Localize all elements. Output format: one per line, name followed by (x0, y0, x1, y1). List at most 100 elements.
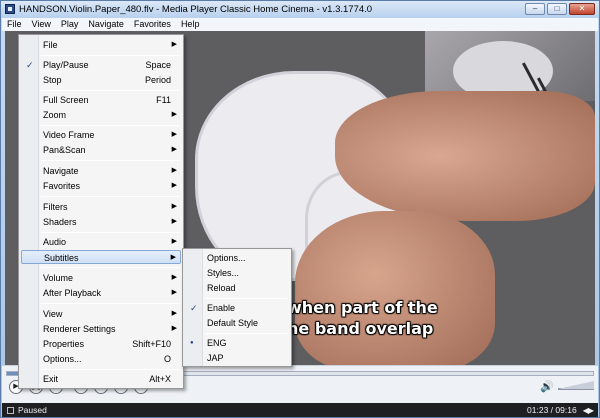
menu-item-volume[interactable]: Volume ▶ (21, 271, 181, 285)
check-icon: ✓ (26, 60, 34, 70)
subtitles-item-jap[interactable]: JAP (185, 351, 289, 365)
submenu-arrow-icon: ▶ (171, 146, 177, 153)
menu-item-subtitles[interactable]: Subtitles ▶ (21, 250, 181, 264)
volume-slider[interactable] (558, 381, 594, 390)
submenu-arrow-icon: ▶ (170, 254, 176, 261)
status-arrows-icon: ◀▶ (582, 405, 594, 415)
menu-item-label: Navigate (43, 166, 79, 176)
menu-separator (41, 55, 179, 56)
subtitles-item-enable[interactable]: ✓ Enable (185, 301, 289, 315)
close-button[interactable]: ✕ (569, 3, 595, 15)
menu-separator (205, 298, 287, 299)
subtitles-item-reload[interactable]: Reload (185, 281, 289, 295)
menu-item-properties[interactable]: Properties Shift+F10 (21, 337, 181, 351)
status-square-icon (7, 406, 14, 414)
menu-item-zoom[interactable]: Zoom ▶ (21, 108, 181, 122)
menu-item-label: Reload (207, 283, 236, 293)
menu-item-label: Options... (43, 354, 82, 364)
menu-item-label: Renderer Settings (43, 324, 116, 334)
submenu-arrow-icon: ▶ (171, 325, 177, 332)
menu-item-shaders[interactable]: Shaders ▶ (21, 215, 181, 229)
menu-item-pan-scan[interactable]: Pan&Scan ▶ (21, 143, 181, 157)
status-right: 01:23 / 09:16 ◀▶ (527, 405, 594, 415)
menu-item-shortcut: O (163, 354, 171, 364)
menu-navigate[interactable]: Navigate (83, 18, 129, 31)
video-hand-left (295, 211, 495, 365)
subtitle-line-2: he band overlap (287, 319, 434, 338)
submenu-arrow-icon: ▶ (171, 238, 177, 245)
subtitles-item-default-style[interactable]: Default Style (185, 316, 289, 330)
menu-item-label: Volume (43, 273, 74, 283)
menu-separator (41, 369, 179, 370)
menu-view[interactable]: View (27, 18, 56, 31)
menu-item-label: Video Frame (43, 130, 95, 140)
menu-favorites[interactable]: Favorites (129, 18, 176, 31)
subtitles-item-options[interactable]: Options... (185, 251, 289, 265)
subtitles-item-styles[interactable]: Styles... (185, 266, 289, 280)
title-bar[interactable]: HANDSON.Violin.Paper_480.flv - Media Pla… (1, 1, 599, 18)
menu-item-stop[interactable]: Stop Period (21, 73, 181, 87)
radio-dot-icon: ● (190, 340, 194, 346)
menu-item-renderer-settings[interactable]: Renderer Settings ▶ (21, 322, 181, 336)
menu-item-label: Favorites (43, 181, 81, 191)
menu-file[interactable]: File (2, 18, 27, 31)
menu-item-label: JAP (207, 353, 224, 363)
menu-item-label: Properties (43, 339, 85, 349)
volume-icon[interactable]: 🔊 (540, 381, 554, 393)
menu-item-audio[interactable]: Audio ▶ (21, 235, 181, 249)
mpc-app-icon (5, 4, 15, 14)
menu-item-exit[interactable]: Exit Alt+X (21, 372, 181, 386)
menu-separator (41, 125, 179, 126)
submenu-arrow-icon: ▶ (171, 167, 177, 174)
menu-item-favorites[interactable]: Favorites ▶ (21, 179, 181, 193)
menu-separator (41, 303, 179, 304)
menu-item-label: ENG (207, 338, 227, 348)
menu-item-label: Full Screen (43, 95, 89, 105)
menu-play[interactable]: Play (56, 18, 84, 31)
submenu-arrow-icon: ▶ (171, 203, 177, 210)
check-icon: ✓ (190, 303, 198, 313)
subtitle-line-1: when part of the (287, 298, 438, 317)
submenu-arrow-icon: ▶ (171, 131, 177, 138)
video-hand-right (335, 91, 595, 221)
menu-item-after-playback[interactable]: After Playback ▶ (21, 286, 181, 300)
subtitles-submenu: Options... Styles... Reload ✓ Enable Def… (182, 248, 292, 367)
menu-item-shortcut: Shift+F10 (132, 339, 171, 349)
playback-time: 01:23 / 09:16 (527, 405, 577, 415)
playback-state: Paused (18, 405, 47, 415)
menu-item-video-frame[interactable]: Video Frame ▶ (21, 128, 181, 142)
menu-item-shortcut: Space (145, 60, 171, 70)
submenu-arrow-icon: ▶ (171, 182, 177, 189)
menu-bar: File View Play Navigate Favorites Help (2, 18, 598, 31)
context-menu: File ▶ ✓ Play/Pause Space Stop Period Fu… (18, 34, 184, 389)
menu-item-full-screen[interactable]: Full Screen F11 (21, 93, 181, 107)
menu-item-shortcut: Alt+X (149, 374, 171, 384)
menu-item-label: Audio (43, 237, 67, 247)
menu-item-file[interactable]: File ▶ (21, 38, 181, 52)
menu-item-label: Default Style (207, 318, 259, 328)
menu-item-label: Play/Pause (43, 60, 89, 70)
submenu-arrow-icon: ▶ (171, 289, 177, 296)
menu-item-play-pause[interactable]: ✓ Play/Pause Space (21, 58, 181, 72)
menu-help[interactable]: Help (176, 18, 205, 31)
menu-item-label: View (43, 309, 63, 319)
submenu-arrow-icon: ▶ (171, 310, 177, 317)
menu-item-label: Filters (43, 202, 68, 212)
menu-item-filters[interactable]: Filters ▶ (21, 200, 181, 214)
subtitles-item-eng[interactable]: ● ENG (185, 336, 289, 350)
menu-separator (41, 160, 179, 161)
menu-item-label: Pan&Scan (43, 145, 86, 155)
submenu-arrow-icon: ▶ (171, 218, 177, 225)
menu-separator (41, 90, 179, 91)
submenu-arrow-icon: ▶ (171, 274, 177, 281)
menu-item-label: Exit (43, 374, 59, 384)
status-bar: Paused 01:23 / 09:16 ◀▶ (2, 403, 598, 417)
status-left: Paused (7, 405, 47, 415)
menu-item-view[interactable]: View ▶ (21, 307, 181, 321)
menu-item-label: Options... (207, 253, 246, 263)
menu-item-navigate[interactable]: Navigate ▶ (21, 164, 181, 178)
menu-item-label: Shaders (43, 217, 77, 227)
maximize-button[interactable]: □ (547, 3, 567, 15)
minimize-button[interactable]: – (525, 3, 545, 15)
menu-item-options[interactable]: Options... O (21, 352, 181, 366)
